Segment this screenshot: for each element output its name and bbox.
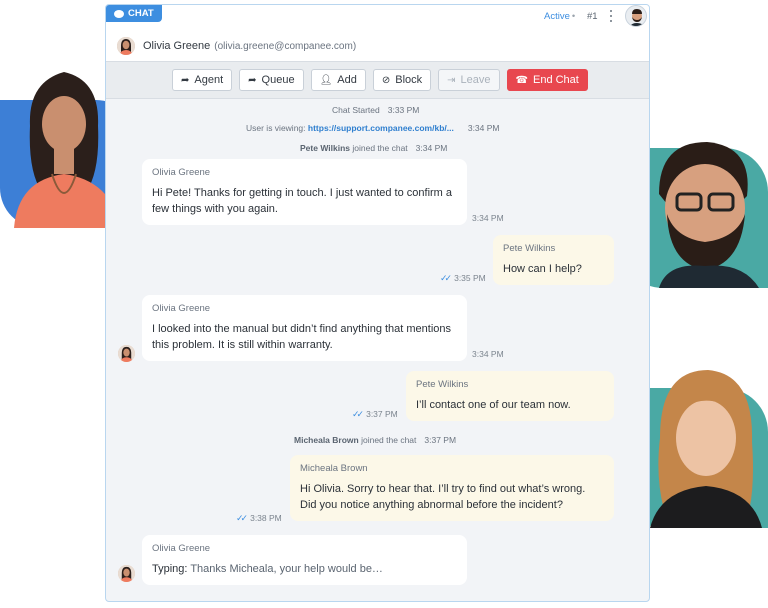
action-toolbar: ➦ Agent ➦ Queue 👤︎ Add ⊘ Block ⇥ Leave ☎︎ End … bbox=[106, 61, 649, 99]
phone-hangup-icon: ☎︎ bbox=[515, 74, 528, 86]
system-chat-started: Chat Started 3:33 PM bbox=[332, 105, 420, 115]
block-button[interactable]: ⊘ Block bbox=[372, 69, 432, 91]
system-user-viewing: User is viewing: https://support.compane… bbox=[246, 123, 500, 133]
message-author: Olivia Greene bbox=[152, 167, 211, 178]
message-text: How can I help? bbox=[503, 263, 582, 275]
message-text: Hi Pete! Thanks for getting in touch. I … bbox=[152, 187, 453, 215]
transfer-agent-button[interactable]: ➦ Agent bbox=[172, 69, 233, 91]
transfer-queue-button[interactable]: ➦ Queue bbox=[239, 69, 304, 91]
typing-preview: Typing: Thanks Micheala, your help would… bbox=[152, 563, 383, 575]
message-bubble: Olivia Greene I looked into the manual b… bbox=[142, 295, 467, 361]
contact-bar: Olivia Greene (olivia.greene@companee.co… bbox=[106, 31, 649, 61]
message-author: Pete Wilkins bbox=[416, 379, 469, 390]
chat-window: CHAT Active • #1 Olivia Greene (olivia.g… bbox=[105, 4, 650, 602]
add-participant-button[interactable]: 👤︎ Add bbox=[310, 69, 366, 91]
status-dot: • bbox=[571, 11, 576, 22]
message-text: I’ll contact one of our team now. bbox=[416, 399, 571, 411]
message-bubble: Micheala Brown Hi Olivia. Sorry to hear … bbox=[290, 455, 614, 521]
status-label: Active bbox=[544, 11, 570, 22]
system-join-micheala: Micheala Brown joined the chat 3:37 PM bbox=[294, 435, 457, 445]
contact-email: (olivia.greene@companee.com) bbox=[214, 40, 357, 52]
message-text: I looked into the manual but didn’t find… bbox=[152, 323, 452, 351]
more-options-icon[interactable] bbox=[608, 9, 614, 23]
system-join-pete: Pete Wilkins joined the chat 3:34 PM bbox=[300, 143, 448, 153]
viewing-url-link[interactable]: https://support.companee.com/kb/... bbox=[308, 123, 454, 133]
chat-tab[interactable]: CHAT bbox=[106, 5, 162, 22]
forward-arrow-icon: ➦ bbox=[248, 74, 257, 86]
message-author: Micheala Brown bbox=[300, 463, 368, 474]
message-bubble: Pete Wilkins How can I help? bbox=[493, 235, 614, 285]
contact-avatar bbox=[117, 37, 135, 55]
message-text: Hi Olivia. Sorry to hear that. I’ll try … bbox=[300, 483, 586, 511]
read-check-icon: ✓✓ bbox=[352, 409, 364, 419]
message-bubble: Olivia Greene Hi Pete! Thanks for gettin… bbox=[142, 159, 467, 225]
chat-tab-label: CHAT bbox=[128, 8, 154, 19]
agent-avatar[interactable] bbox=[625, 5, 647, 27]
end-chat-button[interactable]: ☎︎ End Chat bbox=[506, 69, 588, 91]
block-icon: ⊘ bbox=[381, 74, 391, 86]
customer-avatar bbox=[118, 345, 135, 362]
status-indicator[interactable]: Active • bbox=[544, 11, 575, 22]
message-time-row: ✓✓ 3:37 PM bbox=[352, 409, 398, 419]
message-author: Olivia Greene bbox=[152, 303, 211, 314]
message-author: Pete Wilkins bbox=[503, 243, 556, 254]
typing-bubble: Olivia Greene Typing: Thanks Micheala, y… bbox=[142, 535, 467, 585]
read-check-icon: ✓✓ bbox=[236, 513, 248, 523]
customer-avatar bbox=[118, 565, 135, 582]
contact-name: Olivia Greene bbox=[143, 40, 211, 52]
message-time-row: ✓✓ 3:35 PM bbox=[440, 273, 486, 283]
forward-arrow-icon: ➦ bbox=[181, 74, 190, 86]
message-list[interactable]: Chat Started 3:33 PM User is viewing: htt… bbox=[106, 99, 649, 601]
leave-button[interactable]: ⇥ Leave bbox=[438, 69, 500, 91]
title-bar: CHAT Active • #1 bbox=[106, 5, 649, 31]
message-time-row: ✓✓ 3:38 PM bbox=[236, 513, 282, 523]
message-author: Olivia Greene bbox=[152, 543, 211, 554]
message-bubble: Pete Wilkins I’ll contact one of our tea… bbox=[406, 371, 614, 421]
exit-icon: ⇥ bbox=[447, 74, 456, 86]
user-icon: 👤︎ bbox=[319, 74, 333, 86]
ticket-number: #1 bbox=[587, 11, 598, 22]
message-time: 3:34 PM bbox=[472, 349, 504, 359]
read-check-icon: ✓✓ bbox=[440, 273, 452, 283]
message-time: 3:34 PM bbox=[472, 213, 504, 223]
chat-bubble-icon bbox=[114, 9, 124, 18]
